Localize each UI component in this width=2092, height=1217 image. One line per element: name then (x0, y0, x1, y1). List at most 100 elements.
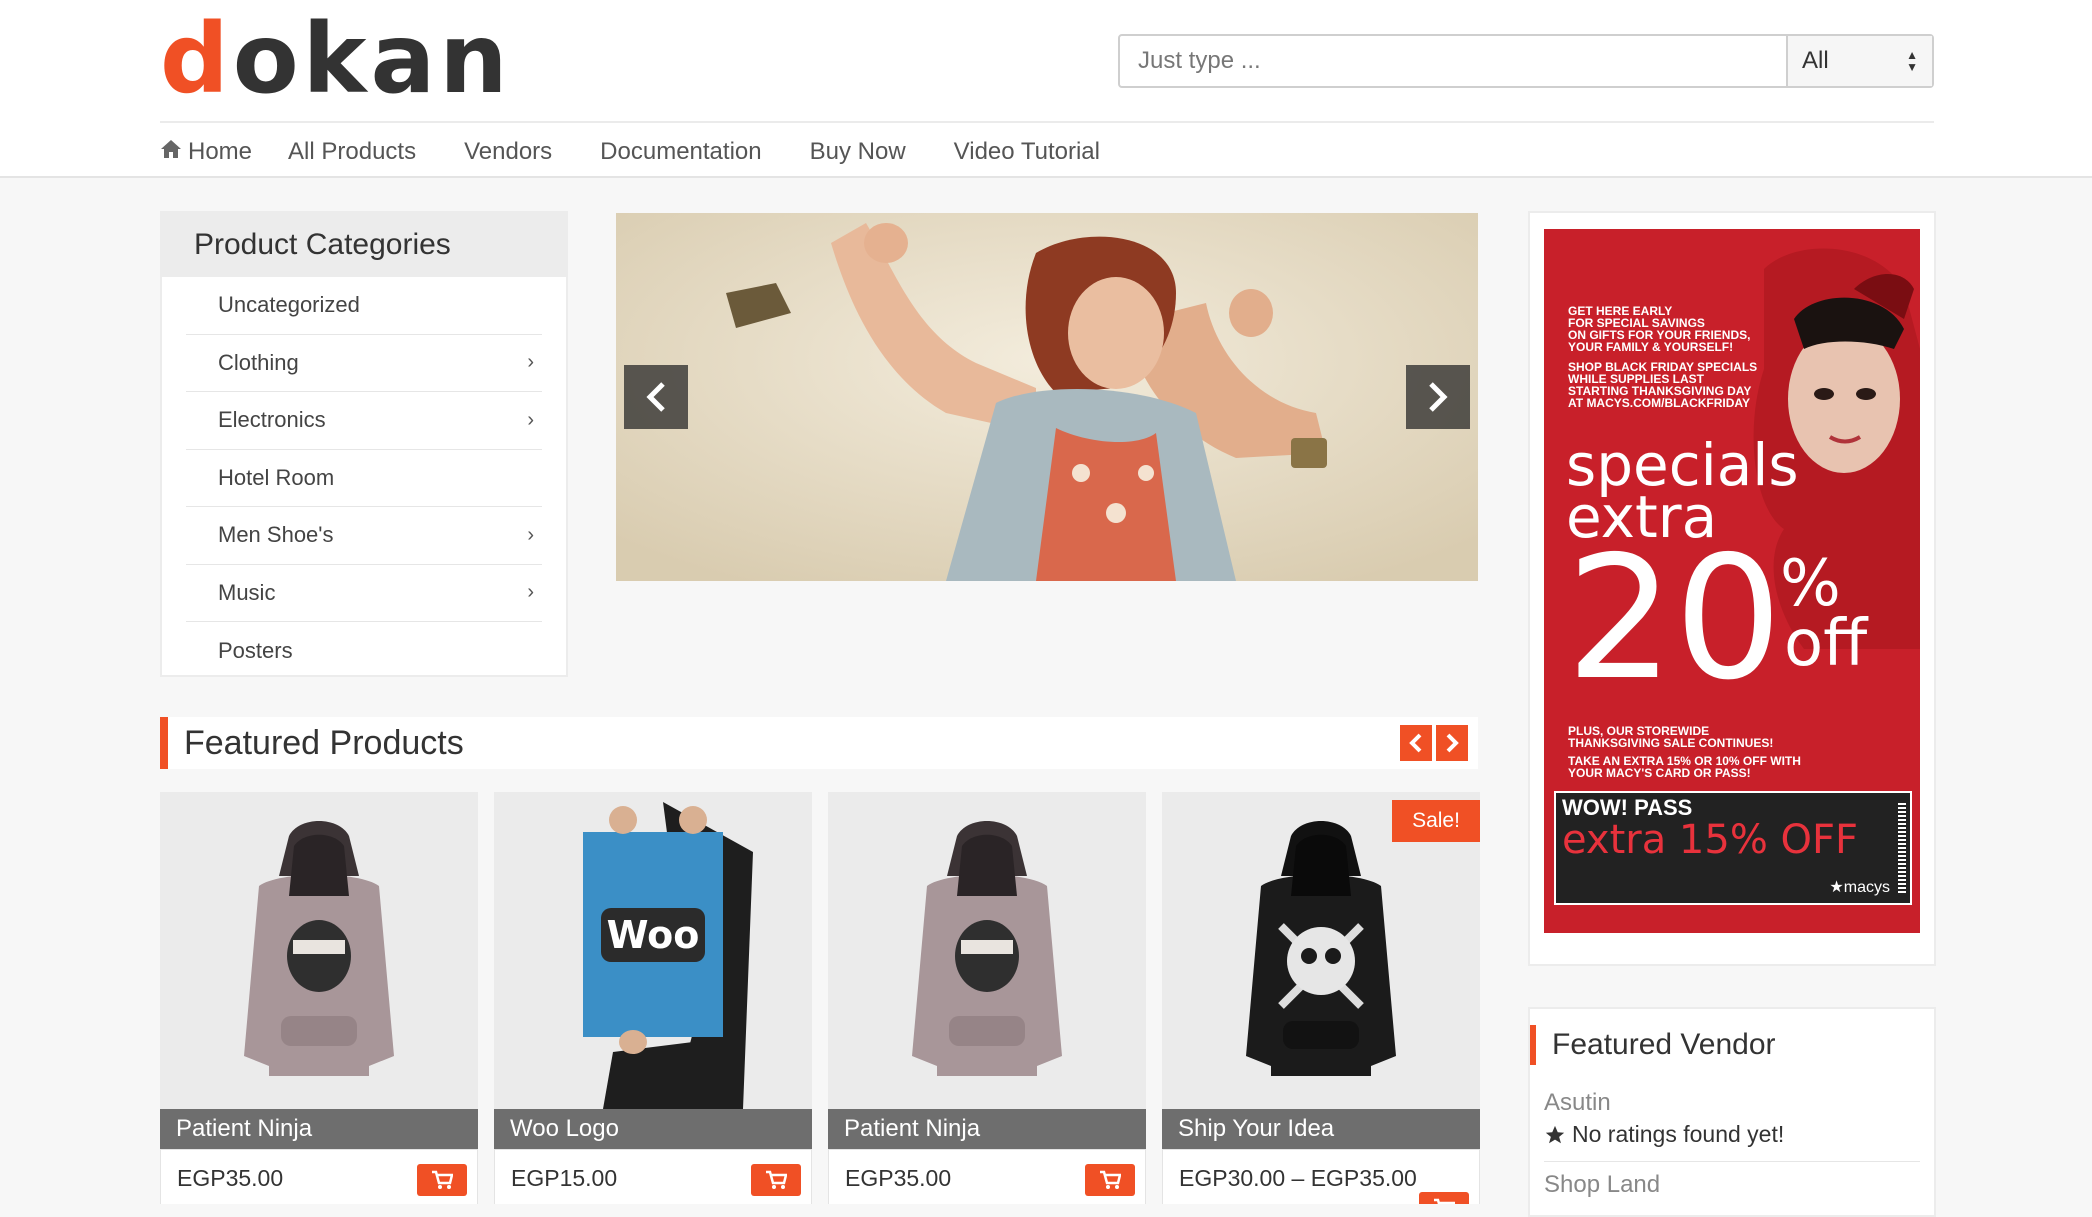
product-price: EGP35.00 (845, 1165, 952, 1191)
category-label: Music (218, 579, 276, 605)
ad-discount: 20 (1566, 520, 1783, 718)
barcode-icon (1898, 803, 1906, 893)
nav-item-video-tutorial[interactable]: Video Tutorial (954, 138, 1100, 166)
site-header: dokan All ▲▼ Home All Products Vendors D… (0, 0, 2092, 178)
category-item-men-shoes[interactable]: Men Shoe's › (186, 507, 542, 565)
chevron-left-icon (1409, 733, 1422, 753)
cart-icon (1100, 1170, 1121, 1189)
logo-letters: okan (232, 3, 512, 115)
nav-item-vendors[interactable]: Vendors (464, 138, 552, 166)
add-to-cart-button[interactable] (417, 1164, 467, 1196)
vendor-name-link[interactable]: Asutin (1544, 1089, 1611, 1117)
category-item-music[interactable]: Music › (186, 565, 542, 622)
product-footer: EGP35.00 (828, 1149, 1146, 1204)
product-name[interactable]: Patient Ninja (828, 1109, 1146, 1149)
category-label: Electronics (218, 407, 326, 433)
nav-label: Home (188, 138, 253, 165)
product-image[interactable] (160, 792, 478, 1109)
poster-text: Woo (607, 913, 700, 957)
search-bar: All ▲▼ (1118, 34, 1934, 88)
category-item-clothing[interactable]: Clothing › (186, 335, 542, 392)
category-label: Uncategorized (218, 292, 360, 318)
product-card[interactable]: Patient Ninja EGP35.00 (160, 792, 478, 1204)
product-footer: EGP30.00 – EGP35.00 (1162, 1149, 1480, 1204)
cart-icon (1434, 1198, 1455, 1204)
search-input[interactable] (1120, 36, 1786, 86)
nav-item-documentation[interactable]: Documentation (600, 138, 761, 166)
chevron-right-icon[interactable]: › (527, 581, 534, 604)
chevron-right-icon[interactable]: › (527, 524, 534, 547)
product-card[interactable]: Sale! Ship Your Idea EGP30.00 – EGP35.00 (1162, 792, 1480, 1204)
product-footer: EGP15.00 (494, 1149, 812, 1204)
featured-carousel-nav (1400, 725, 1468, 761)
product-image[interactable]: Woo (494, 792, 812, 1109)
logo-letter-accent: d (160, 3, 233, 115)
nav-label: Documentation (600, 138, 762, 165)
product-categories-widget: Product Categories Uncategorized Clothin… (160, 211, 568, 677)
product-price: EGP15.00 (511, 1165, 618, 1191)
product-name[interactable]: Ship Your Idea (1162, 1109, 1480, 1149)
poster-image: Woo (583, 802, 753, 1109)
nav-label: All Products (288, 138, 417, 165)
main-nav: Home All Products Vendors Documentation … (160, 132, 1100, 172)
nav-label: Vendors (464, 138, 553, 165)
rating-text: No ratings found yet! (1572, 1121, 1785, 1147)
home-icon (160, 138, 182, 166)
featured-prev-button[interactable] (1400, 725, 1432, 761)
product-card[interactable]: Patient Ninja EGP35.00 (828, 792, 1146, 1204)
featured-next-button[interactable] (1436, 725, 1468, 761)
product-footer: EGP35.00 (160, 1149, 478, 1204)
product-price: EGP30.00 – EGP35.00 (1179, 1165, 1417, 1191)
ad-text: YOUR MACY'S CARD OR PASS! (1568, 766, 1751, 780)
category-item-hotel-room[interactable]: Hotel Room (186, 450, 542, 507)
chevron-right-icon[interactable]: › (527, 351, 534, 374)
site-logo[interactable]: dokan (160, 4, 512, 114)
category-item-posters[interactable]: Posters (186, 622, 542, 680)
ad-text: YOUR FAMILY & YOURSELF! (1568, 340, 1734, 354)
ad-discount: off (1784, 607, 1868, 681)
macys-logo: ★macys (1829, 879, 1890, 896)
select-options-button[interactable] (1419, 1192, 1469, 1204)
slider-prev-button[interactable] (624, 365, 688, 429)
category-label: Hotel Room (218, 464, 335, 490)
featured-vendor-widget: Featured Vendor Asutin No ratings found … (1528, 1007, 1936, 1217)
product-image[interactable] (828, 792, 1146, 1109)
nav-item-all-products[interactable]: All Products (288, 138, 416, 166)
cart-icon (432, 1170, 453, 1189)
chevron-right-icon (1446, 733, 1459, 753)
ad-coupon: WOW! PASS extra 15% OFF ★macys (1554, 791, 1912, 905)
ad-text: THANKSGIVING SALE CONTINUES! (1568, 736, 1774, 750)
section-title: Featured Products (184, 723, 464, 762)
product-name[interactable]: Woo Logo (494, 1109, 812, 1149)
vendor-rating: No ratings found yet! (1544, 1121, 1784, 1148)
widget-title: Product Categories (162, 213, 566, 277)
category-item-uncategorized[interactable]: Uncategorized (186, 277, 542, 335)
sale-badge: Sale! (1392, 800, 1480, 842)
slider-next-button[interactable] (1406, 365, 1470, 429)
divider (1544, 1161, 1920, 1162)
ad-banner[interactable]: GET HERE EARLY FOR SPECIAL SAVINGS ON GI… (1544, 229, 1920, 933)
product-price: EGP35.00 (177, 1165, 284, 1191)
search-category-select[interactable]: All ▲ ▼ (1786, 36, 1932, 86)
ad-text: AT MACYS.COM/BLACKFRIDAY (1568, 396, 1750, 410)
nav-item-buy-now[interactable]: Buy Now (810, 138, 906, 166)
hoodie-image (1246, 820, 1396, 1076)
ad-widget: GET HERE EARLY FOR SPECIAL SAVINGS ON GI… (1528, 211, 1936, 966)
category-label: Posters (218, 637, 293, 663)
add-to-cart-button[interactable] (751, 1164, 801, 1196)
product-name[interactable]: Patient Ninja (160, 1109, 478, 1149)
star-icon (1545, 1125, 1565, 1143)
category-item-electronics[interactable]: Electronics › (186, 392, 542, 450)
hoodie-image (912, 820, 1062, 1076)
product-card[interactable]: Woo Woo Logo EGP15.00 (494, 792, 812, 1204)
chevron-right-icon[interactable]: › (527, 409, 534, 432)
category-label: Men Shoe's (218, 522, 334, 548)
category-list: Uncategorized Clothing › Electronics › Hot… (162, 277, 566, 680)
featured-products-list: Patient Ninja EGP35.00 Woo Woo Logo EGP1… (160, 792, 1480, 1204)
nav-item-home[interactable]: Home (160, 138, 252, 166)
category-label: Clothing (218, 349, 299, 375)
select-arrows-icon: ▲ ▼ (1906, 48, 1918, 74)
chevron-right-icon (1429, 382, 1448, 412)
vendor-name-link[interactable]: Shop Land (1544, 1171, 1660, 1199)
add-to-cart-button[interactable] (1085, 1164, 1135, 1196)
